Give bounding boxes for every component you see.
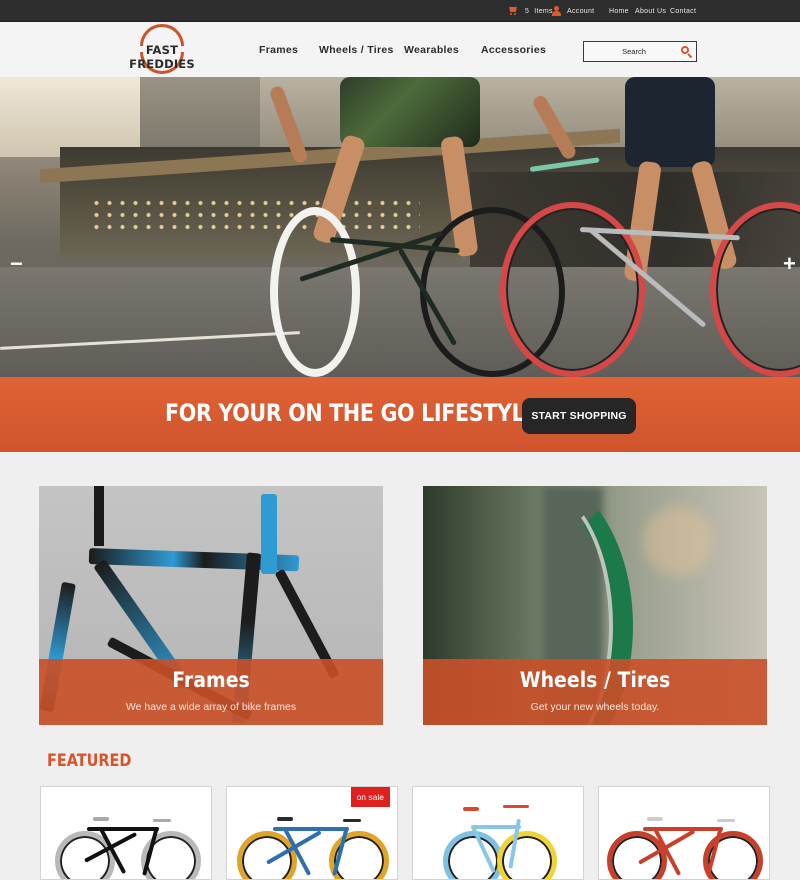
category-title-frames: Frames [172,668,250,692]
category-card-wheels-tires[interactable]: Wheels / Tires Get your new wheels today… [423,486,767,725]
nav-frames[interactable]: Frames [259,44,298,56]
featured-product-4[interactable] [598,786,770,880]
search-box [583,41,697,62]
search-icon[interactable] [681,46,693,59]
hero-image: − + [0,77,800,377]
cart-link[interactable]: 5 Items [508,0,553,22]
top-link-home[interactable]: Home [609,0,629,22]
product-image-lightblue-bike [413,787,583,879]
hero-banner: FOR YOUR ON THE GO LIFESTYLE START SHOPP… [0,377,800,452]
category-subtitle-frames: We have a wide array of bike frames [125,701,297,713]
cart-count: 5 [525,7,530,15]
category-subtitle-wheels-tires: Get your new wheels today. [530,701,660,713]
hero-next-arrow[interactable]: + [783,253,796,275]
nav-wheels-tires[interactable]: Wheels / Tires [319,44,394,56]
category-title-wheels-tires: Wheels / Tires [519,668,671,692]
on-sale-badge: on sale [350,787,390,807]
start-shopping-button[interactable]: START SHOPPING [522,398,636,434]
utility-bar: 5 Items Account Home About Us Contact [0,0,800,22]
cart-icon [508,7,518,15]
category-card-frames[interactable]: Frames We have a wide array of bike fram… [39,486,383,725]
search-input[interactable] [588,44,680,59]
featured-product-2[interactable]: on sale [226,786,398,880]
featured-product-3[interactable] [412,786,584,880]
featured-heading: FEATURED [47,751,132,771]
top-link-contact[interactable]: Contact [670,0,696,22]
site-header: FAST FREDDIES Frames Wheels / Tires Wear… [0,22,800,77]
site-logo[interactable]: FAST FREDDIES [120,24,204,74]
user-icon [552,6,561,16]
featured-product-1[interactable] [40,786,212,880]
top-link-about[interactable]: About Us [635,0,666,22]
nav-wearables[interactable]: Wearables [404,44,459,56]
account-link[interactable]: Account [552,0,594,22]
hero-tagline: FOR YOUR ON THE GO LIFESTYLE [165,399,539,427]
account-label: Account [567,7,595,15]
hero-prev-arrow[interactable]: − [10,253,23,275]
cart-label: Items [534,7,553,15]
product-image-black-bike [41,787,211,879]
nav-accessories[interactable]: Accessories [481,44,546,56]
product-image-red-bike [599,787,769,879]
logo-name: FAST FREDDIES [129,43,195,71]
